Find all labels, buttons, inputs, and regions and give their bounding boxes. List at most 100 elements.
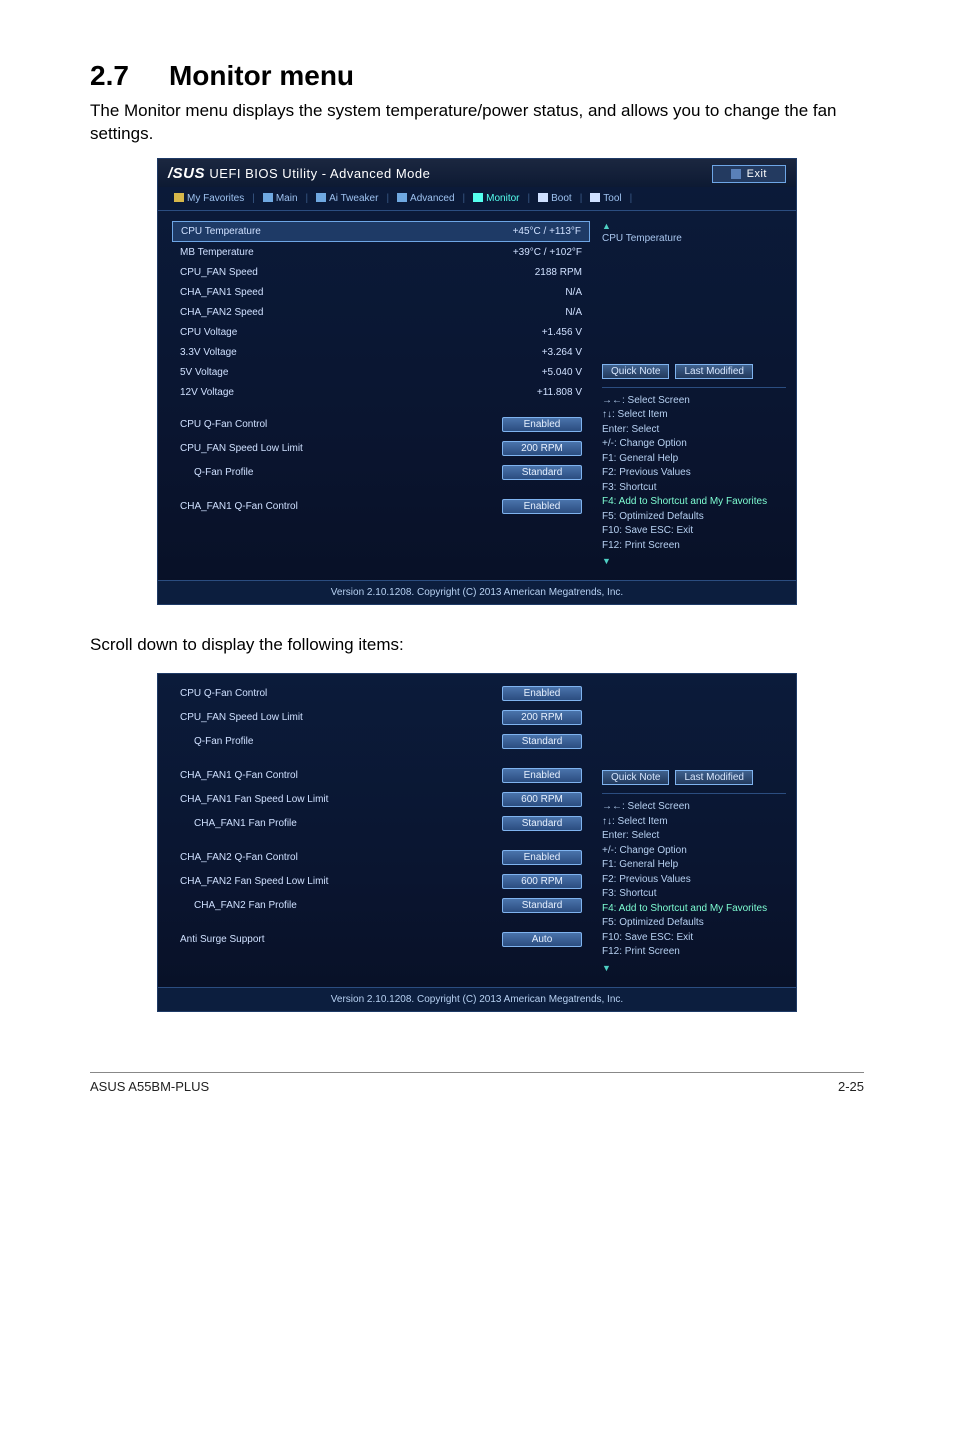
control-label: Anti Surge Support xyxy=(180,934,265,945)
row-label: 3.3V Voltage xyxy=(180,347,237,358)
control-row[interactable]: CPU_FAN Speed Low Limit 200 RPM xyxy=(172,437,590,460)
scroll-down-icon: ▼ xyxy=(602,962,786,975)
monitor-row[interactable]: CHA_FAN1 Speed N/A xyxy=(172,283,590,302)
monitor-row[interactable]: 3.3V Voltage+3.264 V xyxy=(172,343,590,362)
help-line: +/-: Change Option xyxy=(602,844,786,859)
tab-ai-tweaker[interactable]: Ai Tweaker xyxy=(310,187,384,210)
tab-my-favorites[interactable]: My Favorites xyxy=(168,187,250,210)
control-row[interactable]: CHA_FAN1 Fan Speed Low Limit 600 RPM xyxy=(172,788,590,811)
monitor-row[interactable]: 5V Voltage+5.040 V xyxy=(172,363,590,382)
tab-tool[interactable]: Tool xyxy=(584,187,627,210)
tab-boot[interactable]: Boot xyxy=(532,187,578,210)
control-label: CHA_FAN1 Fan Speed Low Limit xyxy=(180,794,328,805)
row-value: N/A xyxy=(565,307,582,318)
tab-advanced[interactable]: Advanced xyxy=(391,187,460,210)
exit-button[interactable]: Exit xyxy=(712,165,786,183)
control-row[interactable]: CPU Q-Fan ControlEnabled xyxy=(172,682,590,705)
tab-monitor[interactable]: Monitor xyxy=(467,187,525,210)
control-row[interactable]: CHA_FAN1 Q-Fan Control Enabled xyxy=(172,495,590,518)
help-line: F4: Add to Shortcut and My Favorites xyxy=(602,902,786,917)
control-row[interactable]: Q-Fan Profile Standard xyxy=(172,730,590,753)
control-label: CHA_FAN2 Fan Profile xyxy=(180,900,297,911)
help-line: F12: Print Screen xyxy=(602,945,786,960)
control-value[interactable]: 600 RPM xyxy=(502,792,582,807)
control-value[interactable]: Standard xyxy=(502,898,582,913)
help-block: →←: Select Screen↑↓: Select ItemEnter: S… xyxy=(602,793,786,975)
control-row[interactable]: CHA_FAN1 Q-Fan Control Enabled xyxy=(172,764,590,787)
control-row[interactable]: CHA_FAN1 Fan ProfileStandard xyxy=(172,812,590,835)
control-label: Q-Fan Profile xyxy=(180,736,253,747)
monitor-row[interactable]: CHA_FAN2 SpeedN/A xyxy=(172,303,590,322)
tab-main[interactable]: Main xyxy=(257,187,304,210)
control-row[interactable]: CPU Q-Fan Control Enabled xyxy=(172,413,590,436)
page-footer: ASUS A55BM-PLUS 2-25 xyxy=(90,1072,864,1094)
bios-footer: Version 2.10.1208. Copyright (C) 2013 Am… xyxy=(158,987,796,1011)
control-row[interactable]: Anti Surge Support Auto xyxy=(172,928,590,951)
chip-icon xyxy=(316,193,326,202)
help-line: F12: Print Screen xyxy=(602,539,786,554)
help-line: F4: Add to Shortcut and My Favorites xyxy=(602,495,786,510)
monitor-row[interactable]: 12V Voltage +11.808 V xyxy=(172,383,590,402)
row-value: +5.040 V xyxy=(542,367,582,378)
row-label: 12V Voltage xyxy=(180,387,234,398)
control-value[interactable]: 200 RPM xyxy=(502,710,582,725)
control-label: CHA_FAN1 Q-Fan Control xyxy=(180,770,298,781)
last-modified-button[interactable]: Last Modified xyxy=(675,770,752,785)
row-value: +11.808 V xyxy=(537,387,582,398)
control-value[interactable]: Enabled xyxy=(502,499,582,514)
row-label: CPU_FAN Speed xyxy=(180,267,258,278)
row-label: CHA_FAN1 Speed xyxy=(180,287,263,298)
help-line: F3: Shortcut xyxy=(602,481,786,496)
row-label: CPU Temperature xyxy=(181,226,261,237)
help-line: F2: Previous Values xyxy=(602,466,786,481)
row-label: CPU Voltage xyxy=(180,327,237,338)
control-value[interactable]: Enabled xyxy=(502,850,582,865)
bios-titlebar: /SUS UEFI BIOS Utility - Advanced Mode E… xyxy=(158,159,796,187)
footer-right: 2-25 xyxy=(838,1079,864,1094)
control-value[interactable]: Auto xyxy=(502,932,582,947)
help-block: →←: Select Screen↑↓: Select ItemEnter: S… xyxy=(602,387,786,569)
bios-tabs: My Favorites| Main| Ai Tweaker| Advanced… xyxy=(158,187,796,211)
quick-note-button[interactable]: Quick Note xyxy=(602,770,669,785)
row-value: 2188 RPM xyxy=(535,267,582,278)
help-line: Enter: Select xyxy=(602,423,786,438)
control-value[interactable]: Enabled xyxy=(502,768,582,783)
heading-number: 2.7 xyxy=(90,60,129,92)
last-modified-button[interactable]: Last Modified xyxy=(675,364,752,379)
control-value[interactable]: Standard xyxy=(502,734,582,749)
control-row[interactable]: CHA_FAN2 Fan Speed Low Limit600 RPM xyxy=(172,870,590,893)
power-icon xyxy=(538,193,548,202)
control-value[interactable]: 600 RPM xyxy=(502,874,582,889)
control-value[interactable]: Standard xyxy=(502,465,582,480)
help-line: F3: Shortcut xyxy=(602,887,786,902)
control-value[interactable]: 200 RPM xyxy=(502,441,582,456)
control-label: CPU Q-Fan Control xyxy=(180,419,267,430)
monitor-row[interactable]: CPU_FAN Speed 2188 RPM xyxy=(172,263,590,282)
page-heading: 2.7 Monitor menu xyxy=(90,60,864,92)
help-line: Enter: Select xyxy=(602,829,786,844)
control-label: CPU_FAN Speed Low Limit xyxy=(180,443,303,454)
help-line: →←: Select Screen xyxy=(602,394,786,409)
list-icon xyxy=(263,193,273,202)
help-line: F10: Save ESC: Exit xyxy=(602,931,786,946)
control-label: Q-Fan Profile xyxy=(180,467,253,478)
monitor-row[interactable]: MB Temperature+39°C / +102°F xyxy=(172,243,590,262)
monitor-row[interactable]: CPU Temperature+45°C / +113°F xyxy=(172,221,590,242)
control-row[interactable]: CHA_FAN2 Fan Profile Standard xyxy=(172,894,590,917)
advanced-icon xyxy=(397,193,407,202)
mid-text: Scroll down to display the following ite… xyxy=(90,635,864,655)
help-line: →←: Select Screen xyxy=(602,800,786,815)
monitor-row[interactable]: CPU Voltage +1.456 V xyxy=(172,323,590,342)
row-value: +1.456 V xyxy=(542,327,582,338)
control-label: CHA_FAN1 Q-Fan Control xyxy=(180,501,298,512)
quick-note-button[interactable]: Quick Note xyxy=(602,364,669,379)
bios-title: UEFI BIOS Utility - Advanced Mode xyxy=(209,166,430,181)
help-line: F1: General Help xyxy=(602,452,786,467)
control-row[interactable]: CHA_FAN2 Q-Fan ControlEnabled xyxy=(172,846,590,869)
control-value[interactable]: Standard xyxy=(502,816,582,831)
control-row[interactable]: Q-Fan Profile Standard xyxy=(172,461,590,484)
control-row[interactable]: CPU_FAN Speed Low Limit200 RPM xyxy=(172,706,590,729)
control-value[interactable]: Enabled xyxy=(502,417,582,432)
row-value: N/A xyxy=(565,287,582,298)
control-value[interactable]: Enabled xyxy=(502,686,582,701)
